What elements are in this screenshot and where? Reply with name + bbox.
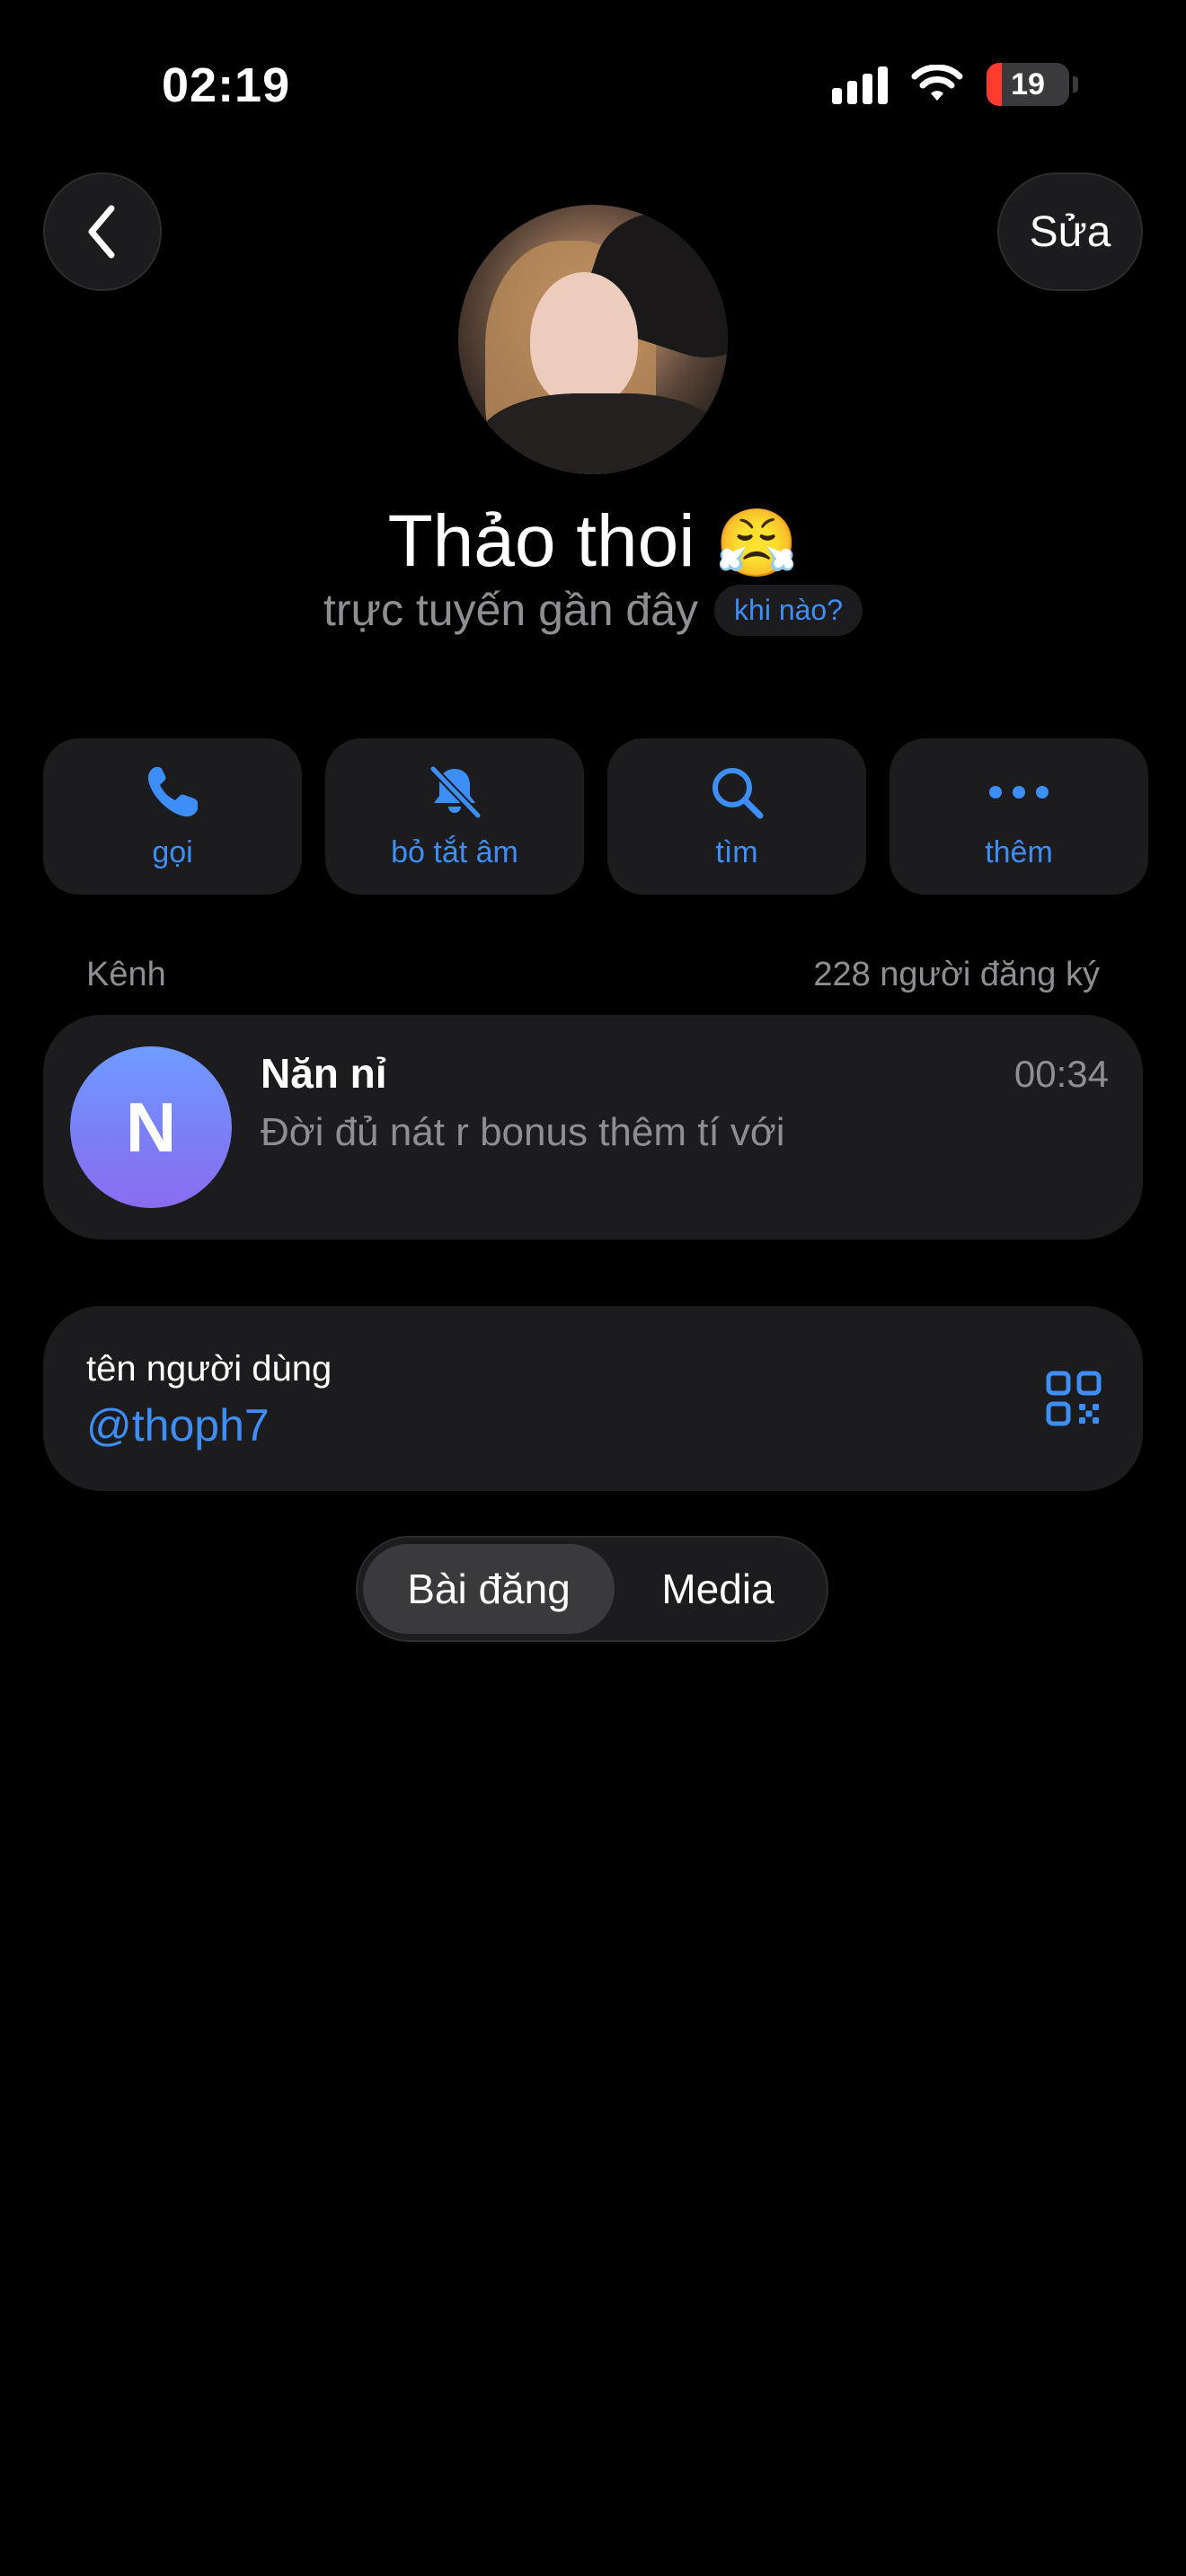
- content-tabs: Bài đăng Media: [356, 1536, 828, 1642]
- profile-name: Thảo thoi 😤: [0, 499, 1186, 584]
- battery-percent: 19: [1011, 66, 1045, 101]
- subscriber-count: 228 người đăng ký: [813, 956, 1100, 993]
- status-indicators: 19: [832, 63, 1078, 106]
- channel-last-message: Đời đủ nát r bonus thêm tí với: [261, 1110, 785, 1154]
- channel-section-label: Kênh: [86, 956, 166, 993]
- username-card[interactable]: tên người dùng @thoph7: [43, 1306, 1143, 1491]
- wifi-icon: [911, 65, 963, 104]
- back-button[interactable]: [43, 172, 162, 291]
- battery-icon: 19: [987, 63, 1069, 106]
- phone-icon: [144, 763, 201, 821]
- profile-name-text: Thảo thoi: [387, 500, 695, 582]
- unmute-label: bỏ tắt âm: [391, 834, 518, 869]
- cellular-signal-icon: [832, 65, 888, 104]
- more-label: thêm: [985, 834, 1053, 869]
- chevron-left-icon: [88, 205, 115, 259]
- edit-button[interactable]: Sửa: [997, 172, 1143, 291]
- search-button[interactable]: tìm: [607, 738, 866, 895]
- username-handle[interactable]: @thoph7: [86, 1399, 270, 1451]
- channel-card[interactable]: N Năn nỉ 00:34 Đời đủ nát r bonus thêm t…: [43, 1015, 1143, 1239]
- profile-avatar[interactable]: [458, 205, 728, 474]
- call-label: gọi: [152, 834, 193, 869]
- channel-avatar: N: [70, 1046, 232, 1208]
- action-buttons: gọi bỏ tắt âm tìm thêm: [43, 738, 1148, 895]
- battery-tip: [1073, 76, 1078, 93]
- search-icon: [708, 763, 766, 821]
- call-button[interactable]: gọi: [43, 738, 302, 895]
- qr-code-icon[interactable]: [1046, 1371, 1102, 1431]
- tab-media[interactable]: Media: [615, 1544, 821, 1634]
- more-button[interactable]: thêm: [890, 738, 1148, 895]
- channel-time: 00:34: [1013, 1053, 1109, 1095]
- unmute-button[interactable]: bỏ tắt âm: [325, 738, 584, 895]
- channel-section-header: Kênh 228 người đăng ký: [86, 956, 1100, 994]
- status-time: 02:19: [162, 58, 291, 112]
- battery-level: [987, 63, 1003, 106]
- channel-title: Năn nỉ: [261, 1050, 387, 1097]
- search-label: tìm: [715, 834, 758, 869]
- when-button[interactable]: khi nào?: [714, 584, 863, 636]
- tab-posts[interactable]: Bài đăng: [363, 1544, 615, 1634]
- profile-name-emoji: 😤: [715, 506, 799, 580]
- profile-screen: 02:19 19 Sửa Thảo thoi 😤 trực tuyến gần …: [0, 0, 1186, 2576]
- username-label: tên người dùng: [86, 1349, 332, 1389]
- bell-slash-icon: [426, 763, 483, 821]
- more-icon: [988, 763, 1049, 821]
- last-seen-status: trực tuyến gần đây: [323, 585, 699, 635]
- profile-status-row: trực tuyến gần đây khi nào?: [0, 584, 1186, 636]
